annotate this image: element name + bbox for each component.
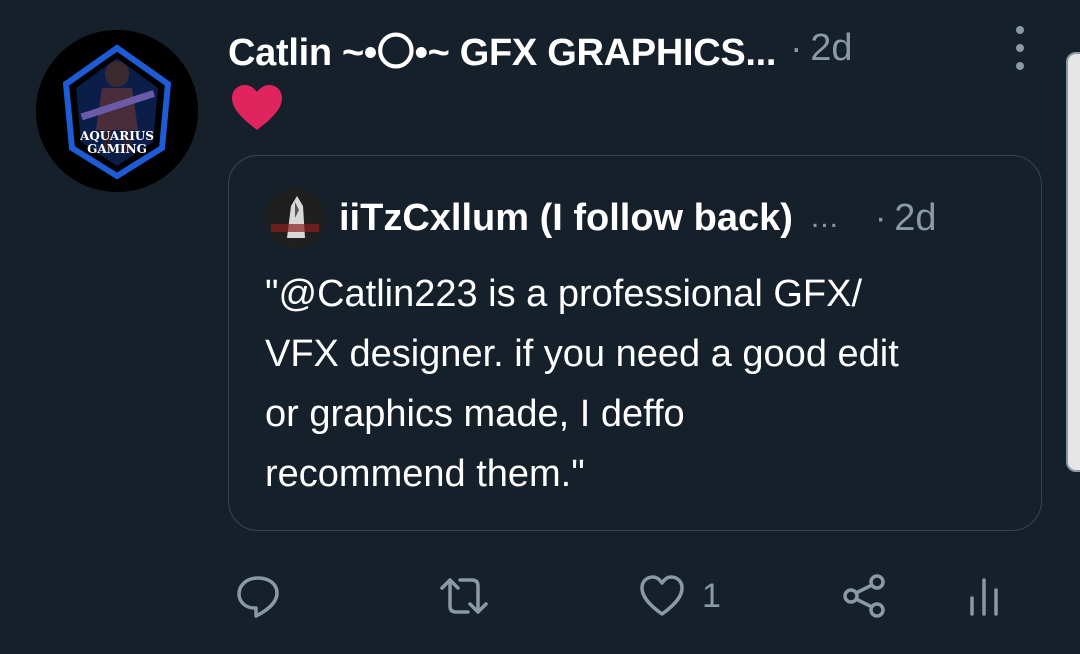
- heart-outline-icon: [640, 575, 684, 616]
- reply-button[interactable]: [234, 566, 282, 626]
- author-name[interactable]: Catlin ~•〇•~ GFX GRAPHICS...: [228, 21, 776, 76]
- share-button[interactable]: [840, 566, 888, 626]
- scrollbar[interactable]: [1066, 52, 1080, 472]
- like-button[interactable]: 1: [638, 566, 721, 626]
- quoted-tweet[interactable]: iiTzCxllum (I follow back) ... · 2d "@Ca…: [228, 155, 1042, 531]
- retweet-button[interactable]: [438, 566, 490, 626]
- quoted-tweet-time[interactable]: 2d: [894, 197, 936, 240]
- reply-icon: [237, 576, 279, 618]
- quoted-name-truncation: ...: [810, 201, 839, 234]
- share-icon: [843, 574, 885, 618]
- author-avatar[interactable]: AQUARIUS GAMING: [36, 30, 198, 192]
- more-dot: [1016, 26, 1024, 34]
- quoted-separator-dot: ·: [874, 198, 887, 237]
- tweet-action-bar: 1: [0, 566, 1080, 626]
- quoted-tweet-header: iiTzCxllum (I follow back) ... · 2d: [339, 192, 1029, 244]
- avatar-text-line2: GAMING: [87, 142, 147, 156]
- more-options-icon[interactable]: [1004, 26, 1036, 70]
- aquarius-gaming-logo: AQUARIUS GAMING: [36, 30, 198, 192]
- like-count: 1: [702, 576, 721, 615]
- tweet-header: Catlin ~•〇•~ GFX GRAPHICS... · 2d: [228, 20, 852, 76]
- heart-emoji-icon: [230, 84, 284, 132]
- tweet-time[interactable]: 2d: [810, 27, 852, 70]
- analytics-button[interactable]: [966, 566, 1002, 626]
- quoted-author-avatar[interactable]: [265, 188, 325, 248]
- more-dot: [1016, 62, 1024, 70]
- more-dot: [1016, 44, 1024, 52]
- avatar-text-line1: AQUARIUS: [79, 129, 154, 143]
- separator-dot: ·: [790, 27, 803, 68]
- quoted-tweet-text: "@Catlin223 is a professional GFX/ VFX d…: [265, 273, 899, 495]
- analytics-icon: [970, 578, 998, 616]
- retweet-icon: [440, 578, 488, 614]
- quoted-author-name[interactable]: iiTzCxllum (I follow back): [339, 197, 793, 240]
